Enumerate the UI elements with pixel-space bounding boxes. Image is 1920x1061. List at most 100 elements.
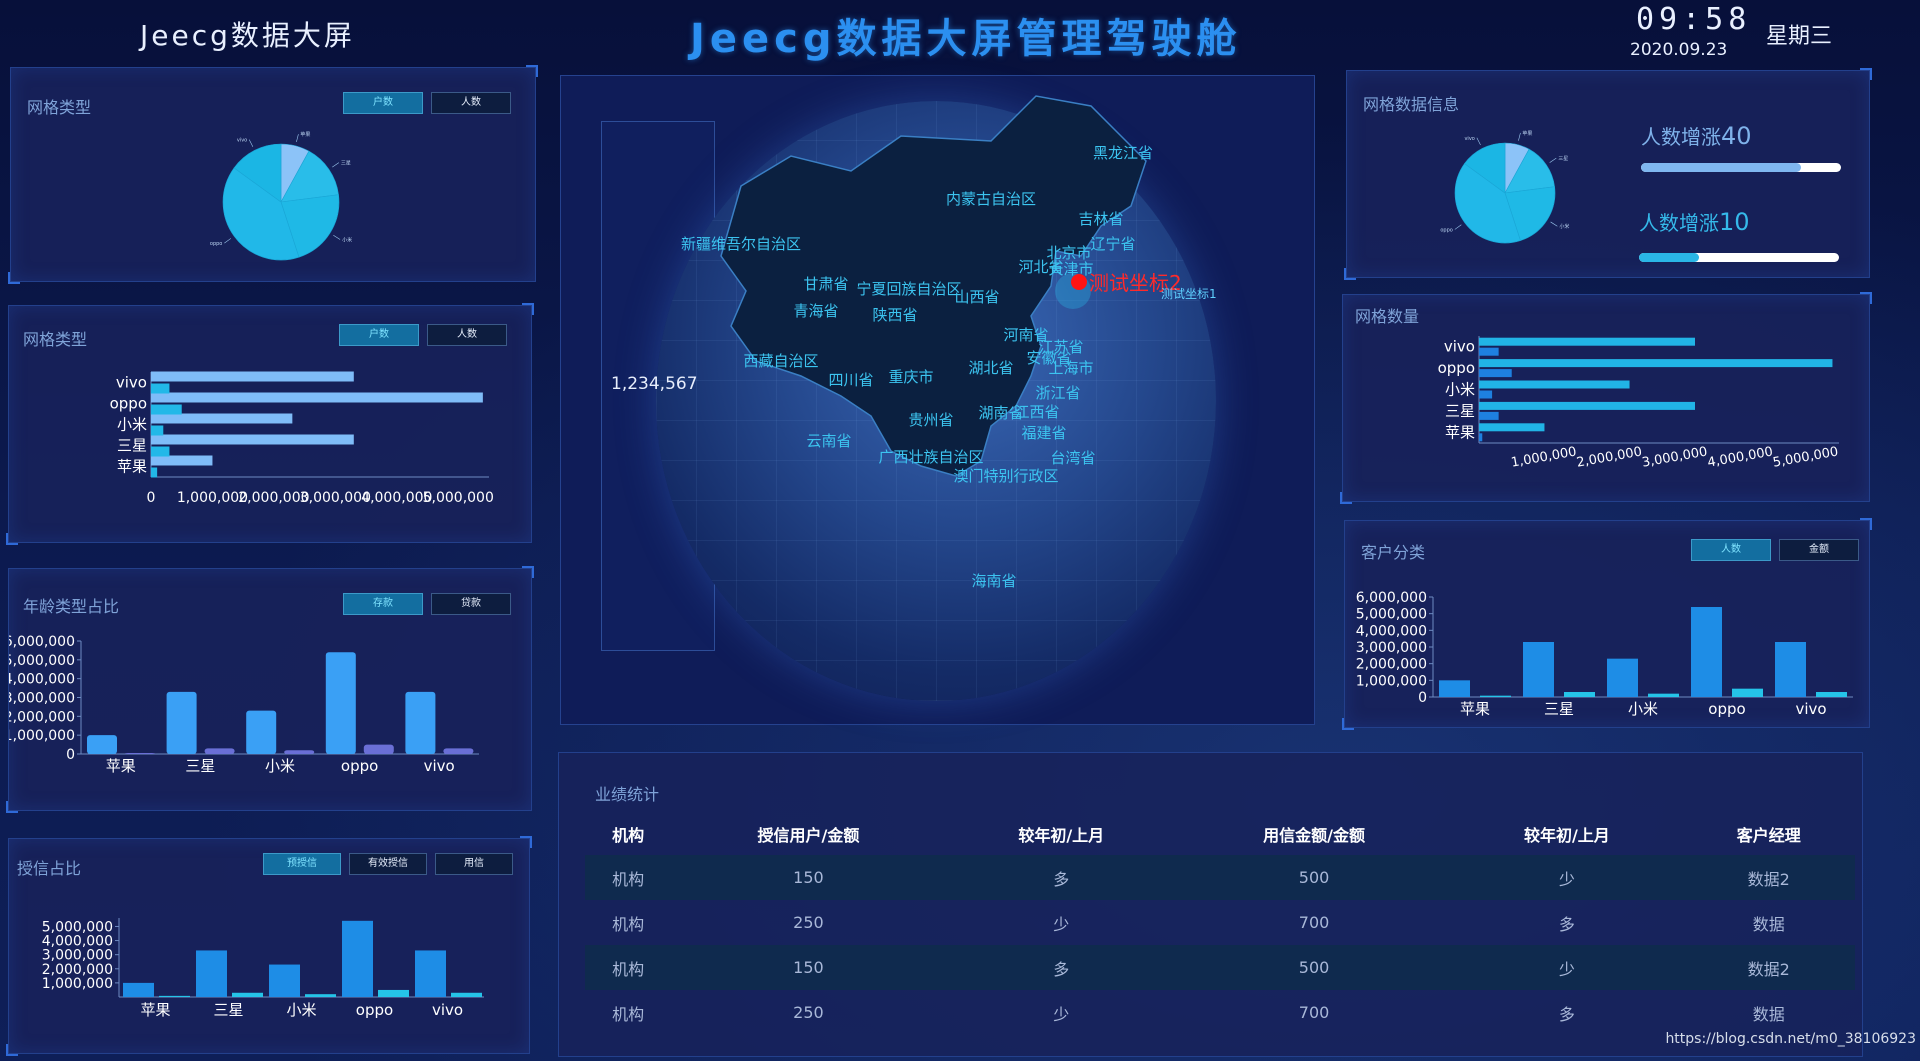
col-header[interactable]: 较年初/上月 [946, 813, 1177, 855]
col-header[interactable]: 用信金额/金额 [1177, 813, 1451, 855]
province-label[interactable]: 宁夏回族自治区 [856, 280, 961, 298]
bar[interactable] [325, 652, 356, 754]
province-label[interactable]: 浙江省 [1035, 384, 1080, 402]
category-label: 小米 [117, 416, 147, 434]
bar[interactable] [1564, 692, 1595, 697]
bar[interactable] [1479, 433, 1483, 442]
bar[interactable] [1479, 423, 1545, 432]
province-label[interactable]: 湖北省 [968, 359, 1013, 377]
bar[interactable] [1479, 337, 1695, 346]
tab-pre-credit[interactable]: 预授信 [263, 853, 341, 875]
bar[interactable] [1523, 642, 1554, 697]
bar[interactable] [151, 371, 354, 382]
bar[interactable] [151, 383, 170, 394]
tab-deposit[interactable]: 存款 [343, 593, 423, 615]
col-header[interactable]: 较年初/上月 [1451, 813, 1682, 855]
bar[interactable] [196, 950, 227, 997]
table-row[interactable]: 机构 150 多 500 少 数据2 [585, 855, 1855, 900]
province-label[interactable]: 内蒙古自治区 [946, 190, 1036, 208]
tab-effective-credit[interactable]: 有效授信 [349, 853, 427, 875]
bar[interactable] [305, 994, 336, 997]
bar[interactable] [123, 982, 154, 997]
bar[interactable] [1479, 369, 1512, 378]
bar[interactable] [284, 750, 315, 754]
bar[interactable] [246, 710, 277, 754]
bar[interactable] [1607, 658, 1638, 697]
province-label[interactable]: 辽宁省 [1090, 235, 1135, 253]
province-label[interactable]: 新疆维吾尔自治区 [681, 235, 801, 253]
tick-label: 4,000,000 [1356, 623, 1427, 639]
province-label[interactable]: 澳门特别行政区 [953, 467, 1058, 485]
table-row[interactable]: 机构 250 少 700 多 数据 [585, 990, 1855, 1035]
bar[interactable] [159, 995, 190, 997]
tab-people[interactable]: 人数 [431, 92, 511, 114]
bar[interactable] [151, 392, 483, 403]
province-label[interactable]: 重庆市 [888, 368, 933, 386]
province-label[interactable]: 西藏自治区 [743, 352, 818, 370]
table-header-row: 机构 授信用户/金额 较年初/上月 用信金额/金额 较年初/上月 客户经理 [585, 813, 1855, 855]
province-label[interactable]: 福建省 [1021, 424, 1066, 442]
bar[interactable] [151, 467, 158, 478]
table-row[interactable]: 机构 150 多 500 少 数据2 [585, 945, 1855, 990]
bar[interactable] [443, 748, 474, 754]
bar[interactable] [151, 404, 182, 415]
grid-count-panel: 网格数量 苹果 三星 小米 oppo vivo 1,000,000 2,000,000 3,0… [1340, 292, 1872, 504]
province-label[interactable]: 四川省 [828, 371, 873, 389]
bar[interactable] [363, 744, 394, 754]
tab-households[interactable]: 户数 [343, 92, 423, 114]
province-label[interactable]: 台湾省 [1050, 449, 1095, 467]
tab-amount[interactable]: 金额 [1779, 539, 1859, 561]
bar[interactable] [151, 425, 164, 436]
bar[interactable] [1648, 693, 1679, 697]
tab-people[interactable]: 人数 [1691, 539, 1771, 561]
bar[interactable] [204, 748, 235, 754]
province-label[interactable]: 海南省 [971, 572, 1016, 590]
bar[interactable] [1479, 347, 1499, 356]
bar[interactable] [1479, 411, 1499, 420]
tab-use-credit[interactable]: 用信 [435, 853, 513, 875]
bar[interactable] [151, 434, 354, 445]
bar[interactable] [1691, 607, 1722, 697]
bar[interactable] [269, 964, 300, 997]
province-label[interactable]: 河北省 [1018, 258, 1063, 276]
province-label[interactable]: 青海省 [793, 302, 838, 320]
province-label[interactable]: 甘肃省 [803, 275, 848, 293]
bar[interactable] [1479, 359, 1833, 368]
tick-label: 5,000,000 [1772, 444, 1840, 470]
province-label[interactable]: 贵州省 [908, 411, 953, 429]
bar[interactable] [151, 413, 293, 424]
tab-loan[interactable]: 贷款 [431, 593, 511, 615]
province-label[interactable]: 云南省 [806, 432, 851, 450]
province-label[interactable]: 山西省 [954, 288, 999, 306]
table-row[interactable]: 机构 250 少 700 多 数据 [585, 900, 1855, 945]
bar[interactable] [1479, 401, 1695, 410]
col-header[interactable]: 授信用户/金额 [671, 813, 945, 855]
bar[interactable] [1480, 695, 1511, 697]
col-header[interactable]: 客户经理 [1683, 813, 1855, 855]
bar[interactable] [1775, 642, 1806, 697]
bar[interactable] [151, 446, 170, 457]
col-header[interactable]: 机构 [585, 813, 671, 855]
province-label[interactable]: 广西壮族自治区 [878, 448, 983, 466]
china-map[interactable]: 测试坐标2 测试坐标1 黑龙江省内蒙古自治区吉林省新疆维吾尔自治区 辽宁省北京市天… [561, 76, 1316, 726]
bar[interactable] [151, 455, 213, 466]
province-label[interactable]: 陕西省 [872, 306, 917, 324]
bar[interactable] [405, 691, 436, 754]
bar[interactable] [1479, 380, 1630, 389]
province-label[interactable]: 黑龙江省 [1093, 144, 1153, 162]
province-label[interactable]: 吉林省 [1078, 210, 1123, 228]
bar[interactable] [232, 992, 263, 997]
bar[interactable] [415, 950, 446, 997]
bar[interactable] [1816, 692, 1847, 697]
bar[interactable] [451, 992, 482, 997]
bar[interactable] [1439, 680, 1470, 697]
bar[interactable] [342, 920, 373, 997]
bar[interactable] [1732, 688, 1763, 697]
bar[interactable] [166, 691, 197, 754]
bar[interactable] [125, 753, 155, 754]
bar[interactable] [87, 735, 117, 754]
province-label[interactable]: 上海市 [1048, 359, 1093, 377]
bar[interactable] [1479, 390, 1493, 399]
bar[interactable] [378, 989, 409, 997]
province-label[interactable]: 江西省 [1014, 403, 1059, 421]
